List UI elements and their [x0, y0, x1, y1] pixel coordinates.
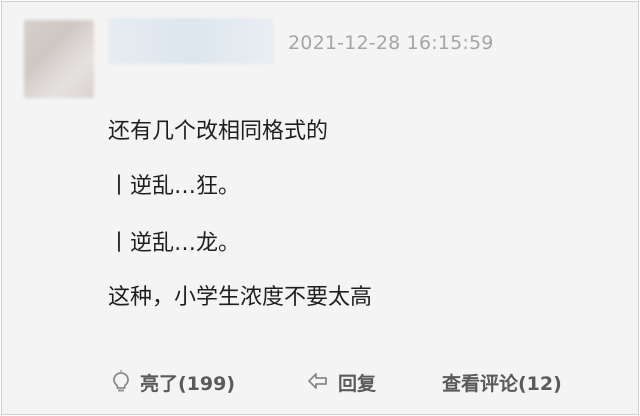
- comment-line: 丨逆乱…狂。: [108, 174, 241, 199]
- reply-label: 回复: [338, 372, 377, 395]
- comment-card: 2021-12-28 16:15:59 还有几个改相同格式的 丨逆乱…狂。 丨逆…: [1, 1, 639, 415]
- avatar[interactable]: [24, 20, 94, 98]
- username-blurred[interactable]: [108, 18, 274, 64]
- reply-arrow-icon: [306, 371, 330, 393]
- lightbulb-icon: [110, 370, 132, 394]
- view-comments-label: 查看评论(12): [442, 372, 562, 395]
- comment-actions: 亮了(199) 回复 查看评论(12): [2, 364, 640, 400]
- reply-button[interactable]: 回复: [306, 364, 376, 400]
- like-label: 亮了(199): [140, 372, 236, 395]
- comment-line: 这种，小学生浓度不要太高: [108, 285, 373, 310]
- comment-timestamp: 2021-12-28 16:15:59: [288, 32, 494, 54]
- like-button[interactable]: 亮了(199): [110, 364, 235, 400]
- comment-line: 还有几个改相同格式的: [108, 119, 329, 144]
- view-comments-button[interactable]: 查看评论(12): [442, 364, 562, 400]
- comment-line: 丨逆乱…龙。: [108, 231, 241, 256]
